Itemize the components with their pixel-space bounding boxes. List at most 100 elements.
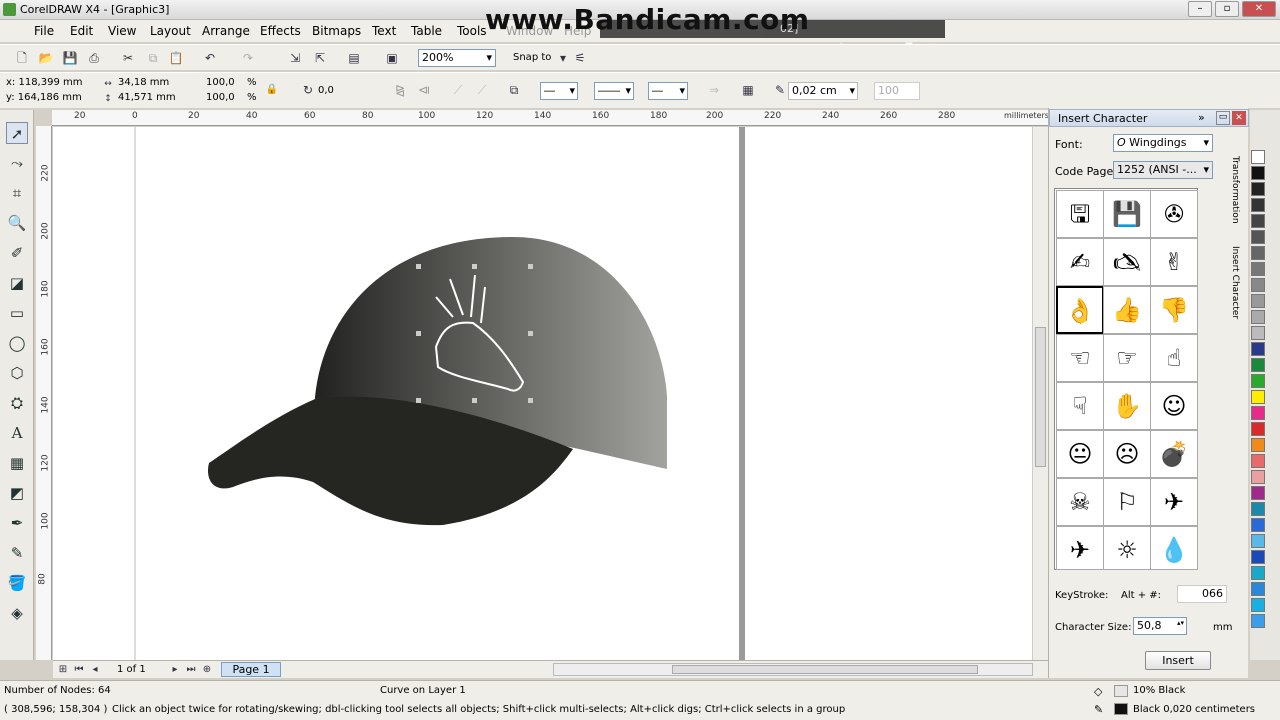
outline-color-swatch[interactable]: [1114, 703, 1128, 715]
code-page-dropdown[interactable]: 1252 (ANSI -... ▾: [1113, 161, 1213, 179]
color-swatch[interactable]: [1251, 246, 1265, 260]
angle-field[interactable]: 0,0: [318, 85, 334, 96]
minimize-docker-icon[interactable]: ▭: [1216, 111, 1230, 125]
fill-color-swatch[interactable]: [1114, 685, 1128, 697]
color-swatch[interactable]: [1251, 310, 1265, 324]
color-swatch[interactable]: [1251, 438, 1265, 452]
color-swatch[interactable]: [1251, 518, 1265, 532]
print-icon[interactable]: ⎙: [86, 50, 102, 66]
scale-y-field[interactable]: 100,0: [206, 92, 235, 103]
wrap-icon[interactable]: ▦: [740, 82, 756, 98]
color-swatch[interactable]: [1251, 406, 1265, 420]
chevron-down-icon[interactable]: ▾: [555, 50, 571, 66]
outline-tool-icon[interactable]: ✎: [6, 542, 28, 564]
glyph-cell[interactable]: ✋: [1103, 382, 1151, 430]
drawing-canvas[interactable]: [53, 127, 1032, 660]
width-field[interactable]: 34,18 mm: [118, 77, 169, 88]
font-dropdown[interactable]: O Wingdings ▾: [1113, 134, 1213, 152]
menu-tools[interactable]: Tools: [457, 24, 487, 38]
keystroke-field[interactable]: 066: [1177, 585, 1227, 603]
fill-tool-icon[interactable]: 🪣: [6, 572, 28, 594]
export-icon[interactable]: ⇱: [312, 50, 328, 66]
outline-width-field[interactable]: 0,02 cm ▾: [788, 82, 858, 100]
scale-x-field[interactable]: 100,0: [206, 77, 235, 88]
glyph-cell[interactable]: ☼: [1103, 526, 1151, 570]
horizontal-scrollbar[interactable]: [553, 663, 1033, 676]
interactive-tool-icon[interactable]: ◩: [6, 482, 28, 504]
height-field[interactable]: 41,571 mm: [118, 92, 176, 103]
glyph-cell[interactable]: ✍: [1056, 238, 1104, 286]
color-swatch[interactable]: [1251, 614, 1265, 628]
color-swatch[interactable]: [1251, 486, 1265, 500]
glyph-cell[interactable]: ✇: [1150, 190, 1198, 238]
page-options-icon[interactable]: ⊞: [55, 662, 71, 678]
color-swatch[interactable]: [1251, 358, 1265, 372]
next-page-icon[interactable]: ▸: [167, 662, 183, 678]
lock-ratio-icon[interactable]: 🔒: [264, 82, 280, 98]
menu-file[interactable]: File: [34, 24, 54, 38]
interactive-fill-icon[interactable]: ◈: [6, 602, 28, 624]
publish-icon[interactable]: ▤: [346, 50, 362, 66]
color-swatch[interactable]: [1251, 566, 1265, 580]
scroll-thumb[interactable]: [672, 665, 978, 674]
polygon-tool-icon[interactable]: ⬡: [6, 362, 28, 384]
glyph-cell[interactable]: ☺: [1150, 382, 1198, 430]
glyph-cell[interactable]: ✈: [1150, 478, 1198, 526]
convert-icon[interactable]: ⧉: [506, 82, 522, 98]
glyph-cell[interactable]: ✌: [1150, 238, 1198, 286]
mirror-h-icon[interactable]: ⧎: [392, 82, 408, 98]
glyph-cell[interactable]: 🖎: [1103, 238, 1151, 286]
save-icon[interactable]: 💾: [62, 50, 78, 66]
color-swatch[interactable]: [1251, 342, 1265, 356]
color-swatch[interactable]: [1251, 374, 1265, 388]
end-arrow-dropdown[interactable]: ― ▾: [648, 82, 688, 100]
page-tab[interactable]: Page 1: [221, 662, 281, 677]
glyph-cell[interactable]: ☟: [1056, 382, 1104, 430]
glyph-cell[interactable]: 💣: [1150, 430, 1198, 478]
menu-bitmaps[interactable]: Bitmaps: [312, 24, 361, 38]
glyph-cell[interactable]: 😐: [1056, 430, 1104, 478]
crop-tool-icon[interactable]: ⌗: [6, 182, 28, 204]
color-swatch[interactable]: [1251, 550, 1265, 564]
color-swatch[interactable]: [1251, 390, 1265, 404]
menu-edit[interactable]: Edit: [70, 24, 93, 38]
y-position-field[interactable]: y: 164,186 mm: [6, 92, 82, 103]
basic-shapes-icon[interactable]: ⛭: [6, 392, 28, 414]
copy-icon[interactable]: ⧉: [145, 50, 161, 66]
vertical-scrollbar[interactable]: [1032, 127, 1048, 660]
color-swatch[interactable]: [1251, 470, 1265, 484]
welcome-icon[interactable]: ▣: [384, 50, 400, 66]
tab-insert-character[interactable]: Insert Character: [1230, 246, 1240, 319]
undo-icon[interactable]: ↶: [202, 50, 218, 66]
maximize-button[interactable]: ▫: [1215, 1, 1239, 17]
freehand-tool-icon[interactable]: ✐: [6, 242, 28, 264]
smoothing-field[interactable]: 100: [874, 82, 920, 100]
horizontal-ruler[interactable]: 20 0 20 40 60 80 100 120 140 160 180 200…: [52, 110, 1049, 126]
zoom-level-field[interactable]: 200% ▾: [418, 49, 496, 67]
text-tool-icon[interactable]: A: [6, 422, 28, 444]
minimize-button[interactable]: –: [1188, 1, 1212, 17]
node-icon[interactable]: ⟋: [450, 82, 466, 98]
color-swatch[interactable]: [1251, 294, 1265, 308]
options-icon[interactable]: ⚟: [572, 50, 588, 66]
glyph-cell[interactable]: ☠: [1056, 478, 1104, 526]
glyph-cell[interactable]: ✈: [1056, 526, 1104, 570]
menu-view[interactable]: View: [108, 24, 136, 38]
menu-layout[interactable]: Layout: [150, 24, 191, 38]
color-swatch[interactable]: [1251, 454, 1265, 468]
color-swatch[interactable]: [1251, 230, 1265, 244]
character-size-field[interactable]: 50,8 ▴▾: [1133, 617, 1187, 635]
first-page-icon[interactable]: ⏮: [71, 662, 87, 678]
glyph-cell[interactable]: ☞: [1103, 334, 1151, 382]
table-tool-icon[interactable]: ▦: [6, 452, 28, 474]
node-icon[interactable]: ⟋: [474, 82, 490, 98]
collapse-icon[interactable]: »: [1198, 111, 1205, 124]
close-docker-icon[interactable]: ✕: [1232, 111, 1246, 125]
zoom-tool-icon[interactable]: 🔍: [6, 212, 28, 234]
open-icon[interactable]: 📂: [38, 50, 54, 66]
glyph-cell[interactable]: ☜: [1056, 334, 1104, 382]
shape-tool-icon[interactable]: ⤳: [6, 152, 28, 174]
color-swatch[interactable]: [1251, 598, 1265, 612]
color-swatch[interactable]: [1251, 534, 1265, 548]
glyph-cell[interactable]: 💧: [1150, 526, 1198, 570]
